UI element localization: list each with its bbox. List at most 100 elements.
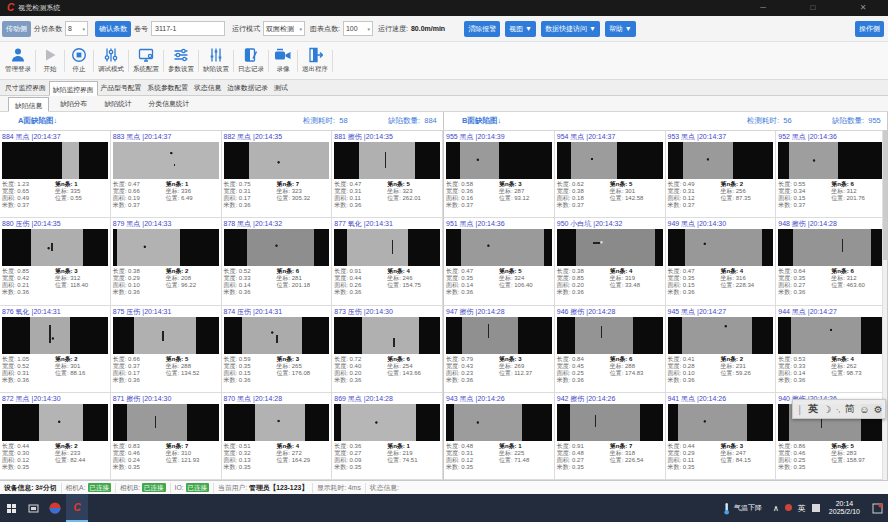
defect-card-944[interactable]: 944 黑点 |20:14:27长度: 0.53宽度: 0.33面积: 0.14…	[776, 306, 887, 393]
tray-alert-icon[interactable]	[785, 504, 792, 512]
defect-image[interactable]	[446, 142, 552, 179]
minimize-button[interactable]: ─	[738, 0, 788, 16]
defect-card-955[interactable]: 955 黑点 |20:14:39长度: 0.58宽度: 0.36面积: 0.16…	[444, 131, 555, 218]
defect-card-880[interactable]: 880 压伤 |20:14:35长度: 0.85宽度: 0.42面积: 0.21…	[0, 218, 111, 305]
defect-card-881[interactable]: 881 擦伤 |20:14:35长度: 0.47宽度: 0.31面积: 0.11…	[332, 131, 443, 218]
defect-card-874[interactable]: 874 压伤 |20:14:31长度: 0.59宽度: 0.35面积: 0.15…	[222, 306, 333, 393]
defect-image[interactable]	[113, 317, 219, 354]
defect-image[interactable]	[557, 142, 663, 179]
defect-card-954[interactable]: 954 黑点 |20:14:37长度: 0.62宽度: 0.38面积: 0.18…	[555, 131, 666, 218]
action-sliders-v-button[interactable]: 缺陷设置	[200, 44, 232, 78]
defect-card-951[interactable]: 951 黑点 |20:14:36长度: 0.47宽度: 0.35面积: 0.14…	[444, 218, 555, 305]
defect-image[interactable]	[224, 404, 330, 441]
defect-image[interactable]	[668, 142, 774, 179]
ime-lang-indicator[interactable]: 英	[798, 503, 806, 514]
action-play-button[interactable]: 开始	[37, 44, 63, 78]
action-exit-button[interactable]: 退出程序	[299, 44, 331, 78]
defect-image[interactable]	[446, 229, 552, 266]
defect-image[interactable]	[557, 229, 663, 266]
defect-image[interactable]	[224, 317, 330, 354]
weather-text[interactable]: 气温下降	[734, 503, 762, 513]
defect-card-952[interactable]: 952 黑点 |20:14:36长度: 0.55宽度: 0.34面积: 0.15…	[776, 131, 887, 218]
action-camera-button[interactable]: 录像	[270, 44, 296, 78]
confirm-count-button[interactable]: 确认条数	[95, 21, 131, 37]
maximize-button[interactable]: □	[788, 0, 838, 16]
clear-alarm-button[interactable]: 清除报警	[464, 21, 500, 37]
ime-lang-button[interactable]: 英	[808, 402, 818, 416]
defect-card-873[interactable]: 873 压伤 |20:14:30长度: 0.72宽度: 0.40面积: 0.20…	[332, 306, 443, 393]
defect-card-871[interactable]: 871 擦伤 |20:14:30长度: 0.83宽度: 0.46面积: 0.24…	[111, 393, 222, 480]
defect-card-946[interactable]: 946 擦伤 |20:14:28长度: 0.84宽度: 0.45面积: 0.25…	[555, 306, 666, 393]
tab-3[interactable]: 系统参数配置	[144, 80, 191, 95]
ime-punct-button[interactable]: ·,	[836, 406, 840, 413]
defect-image[interactable]	[778, 142, 884, 179]
defect-card-953[interactable]: 953 黑点 |20:14:37长度: 0.49宽度: 0.31面积: 0.12…	[666, 131, 777, 218]
subtab-0[interactable]: 缺陷信息	[8, 97, 49, 112]
action-journal-button[interactable]: 日志记录	[235, 44, 267, 78]
ime-emoji-button[interactable]: ☺	[859, 404, 869, 415]
action-stop-button[interactable]: 停止	[66, 44, 92, 78]
defect-image[interactable]	[557, 317, 663, 354]
defect-image[interactable]	[778, 229, 884, 266]
defect-image[interactable]	[2, 229, 108, 266]
notification-icon[interactable]	[866, 494, 888, 522]
action-monitor-button[interactable]: 系统配置	[130, 44, 162, 78]
clock[interactable]: 20:142025/2/10	[829, 500, 860, 517]
ime-settings-button[interactable]: ⚙	[874, 404, 883, 415]
defect-card-876[interactable]: 876 氧化 |20:14:31长度: 1.05宽度: 0.52面积: 0.31…	[0, 306, 111, 393]
close-button[interactable]: ✕	[838, 0, 888, 16]
subtab-2[interactable]: 缺陷统计	[98, 96, 137, 111]
defect-card-884[interactable]: 884 黑点 |20:14:37长度: 1.23宽度: 0.65面积: 0.49…	[0, 131, 111, 218]
defect-image[interactable]	[668, 404, 774, 441]
defect-card-883[interactable]: 883 黑点 |20:14:37长度: 0.47宽度: 0.66面积: 0.19…	[111, 131, 222, 218]
defect-card-879[interactable]: 879 黑点 |20:14:33长度: 0.38宽度: 0.29面积: 0.10…	[111, 218, 222, 305]
defect-card-949[interactable]: 949 黑点 |20:14:30长度: 0.47宽度: 0.35面积: 0.15…	[666, 218, 777, 305]
tab-2[interactable]: 产品型号配置	[98, 80, 145, 95]
defect-image[interactable]	[113, 229, 219, 266]
tray-expand-icon[interactable]: ∧	[773, 504, 779, 513]
defect-card-943[interactable]: 943 黑点 |20:14:26长度: 0.48宽度: 0.31面积: 0.12…	[444, 393, 555, 480]
quick-access-menu-button[interactable]: 数据快捷访问 ▼	[541, 21, 600, 37]
defect-card-950[interactable]: 950 小白坑 |20:14:32长度: 0.38宽度: 0.85面积: 0.2…	[555, 218, 666, 305]
defect-card-870[interactable]: 870 黑点 |20:14:28长度: 0.51宽度: 0.32面积: 0.13…	[222, 393, 333, 480]
defect-image[interactable]	[113, 404, 219, 441]
defect-image[interactable]	[334, 317, 440, 354]
tab-1[interactable]: 缺陷监控界面	[49, 81, 98, 96]
subtab-3[interactable]: 分类信息统计	[143, 96, 196, 111]
start-button[interactable]	[0, 494, 22, 522]
strip-count-select[interactable]: 8▾	[65, 21, 88, 36]
action-tune-button[interactable]: 调试模式	[95, 44, 127, 78]
view-menu-button[interactable]: 视图 ▼	[505, 21, 536, 37]
defect-image[interactable]	[557, 404, 663, 441]
tab-6[interactable]: 测试	[271, 80, 291, 95]
subtab-1[interactable]: 缺陷分布	[54, 96, 93, 111]
defect-image[interactable]	[334, 142, 440, 179]
defect-image[interactable]	[668, 317, 774, 354]
ime-toolbar[interactable]: ❘ 英 ☽ ·, 简 ☺ ⚙	[792, 399, 886, 419]
tab-4[interactable]: 状态信息	[191, 80, 224, 95]
defect-image[interactable]	[334, 404, 440, 441]
task-view-icon[interactable]	[22, 494, 44, 522]
defect-card-875[interactable]: 875 压伤 |20:14:31长度: 0.66宽度: 0.37面积: 0.17…	[111, 306, 222, 393]
defect-card-942[interactable]: 942 擦伤 |20:14:26长度: 0.91宽度: 0.48面积: 0.27…	[555, 393, 666, 480]
defect-card-869[interactable]: 869 黑点 |20:14:28长度: 0.36宽度: 0.27面积: 0.09…	[332, 393, 443, 480]
operate-side-button[interactable]: 操作侧	[855, 21, 884, 37]
defect-image[interactable]	[446, 404, 552, 441]
mode-select[interactable]: 双面检测▾	[263, 21, 305, 36]
defect-image[interactable]	[2, 404, 108, 441]
tab-5[interactable]: 边缘数据记录	[224, 80, 271, 95]
defect-image[interactable]	[113, 142, 219, 179]
defect-card-877[interactable]: 877 氧化 |20:14:31长度: 0.91宽度: 0.44面积: 0.26…	[332, 218, 443, 305]
panel-scrollbar[interactable]	[882, 130, 887, 480]
defect-image[interactable]	[224, 142, 330, 179]
ime-simplified-button[interactable]: 简	[845, 402, 855, 416]
action-sliders-h-button[interactable]: 参数设置	[165, 44, 197, 78]
action-user-button[interactable]: 管理登录	[2, 44, 34, 78]
defect-card-945[interactable]: 945 黑点 |20:14:27长度: 0.41宽度: 0.28面积: 0.10…	[666, 306, 777, 393]
defect-image[interactable]	[2, 317, 108, 354]
taskbar-app1-icon[interactable]	[44, 494, 66, 522]
defect-card-941[interactable]: 941 黑点 |20:14:26长度: 0.44宽度: 0.29面积: 0.11…	[666, 393, 777, 480]
defect-image[interactable]	[2, 142, 108, 179]
points-select[interactable]: 100▾	[343, 21, 373, 36]
roll-input[interactable]: 3117-1	[151, 21, 225, 36]
